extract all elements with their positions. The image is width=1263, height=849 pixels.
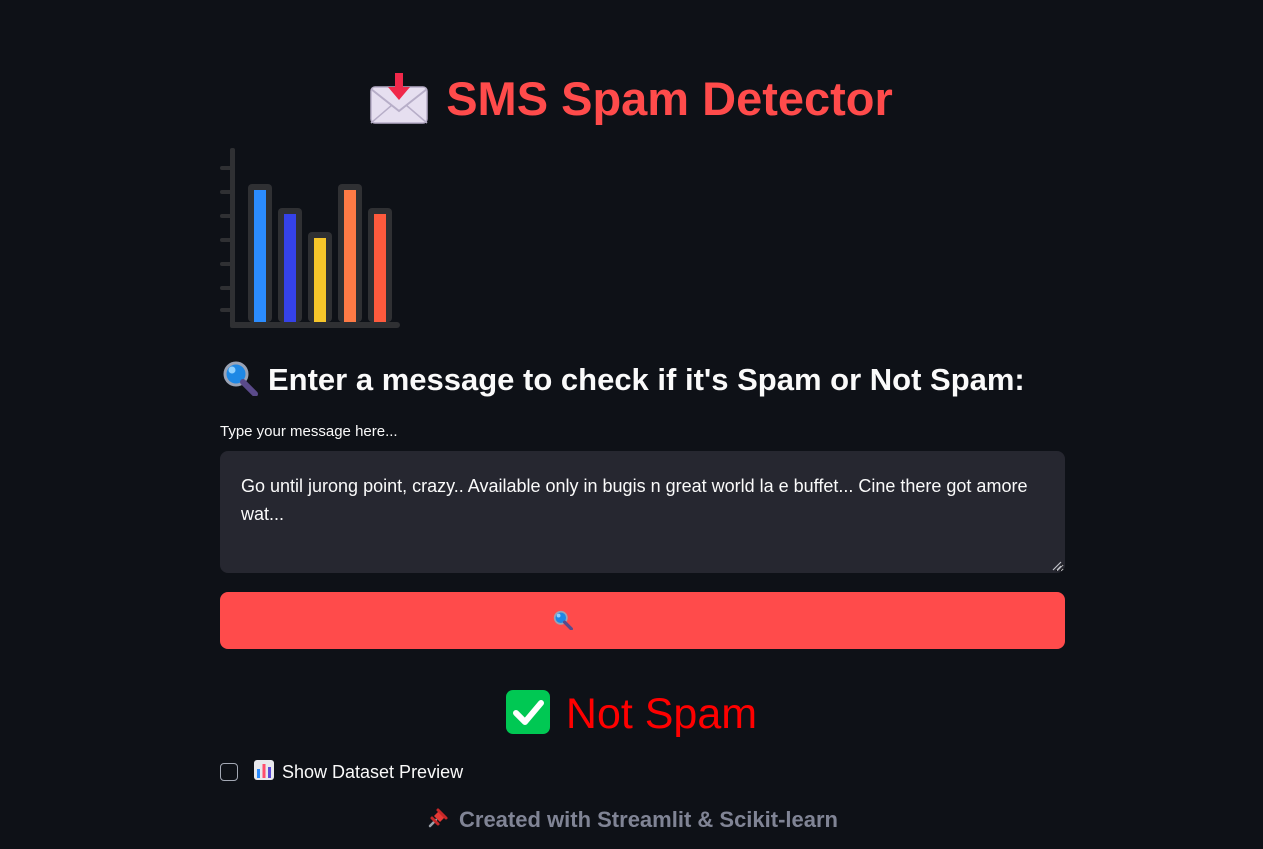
illustration-bar xyxy=(254,190,266,322)
resize-handle-icon[interactable] xyxy=(1052,561,1062,571)
message-input[interactable] xyxy=(220,451,1065,573)
pushpin-icon xyxy=(425,807,449,839)
illustration-bar xyxy=(284,214,296,322)
magnifier-icon xyxy=(222,360,258,408)
check-message-button[interactable] xyxy=(220,592,1065,649)
prompt-heading: Enter a message to check if it's Spam or… xyxy=(268,362,1025,397)
incoming-envelope-icon xyxy=(370,73,428,142)
checkbox-box[interactable] xyxy=(220,763,238,781)
magnifier-icon xyxy=(553,610,573,633)
app-page: SMS Spam Detector Enter a message to che… xyxy=(0,0,1263,849)
message-input-label: Type your message here... xyxy=(220,423,398,440)
show-dataset-preview-label: Show Dataset Preview xyxy=(282,762,464,782)
show-dataset-preview-checkbox[interactable]: Show Dataset Preview xyxy=(220,759,464,785)
illustration-bar xyxy=(314,238,326,322)
bar-chart-icon xyxy=(254,759,274,785)
app-title: SMS Spam Detector xyxy=(446,72,893,125)
prediction-label: Not Spam xyxy=(565,690,758,738)
prompt-heading-row: Enter a message to check if it's Spam or… xyxy=(222,358,1025,408)
bar-chart-bars xyxy=(248,184,392,322)
check-mark-icon xyxy=(505,690,550,748)
footer: Created with Streamlit & Scikit-learn xyxy=(0,805,1263,839)
illustration-bar xyxy=(374,214,386,322)
app-title-row: SMS Spam Detector xyxy=(0,66,1263,142)
prediction-result: Not Spam xyxy=(0,686,1263,748)
footer-text: Created with Streamlit & Scikit-learn xyxy=(459,807,838,832)
illustration-bar xyxy=(344,190,356,322)
bar-chart-illustration xyxy=(218,148,400,330)
